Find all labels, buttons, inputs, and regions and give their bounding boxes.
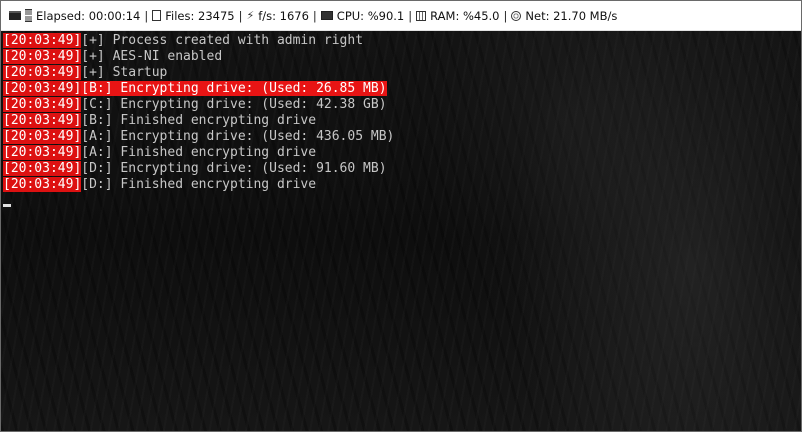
line-message: [A:] Encrypting drive: (Used: 436.05 MB) bbox=[81, 129, 395, 144]
console-line: [20:03:49][D:] Finished encrypting drive bbox=[3, 177, 801, 193]
line-message: [B:] Finished encrypting drive bbox=[81, 113, 317, 128]
line-timestamp: [20:03:49] bbox=[3, 177, 82, 192]
hourglass-icon bbox=[25, 9, 32, 22]
cpu-stat: CPU: %90.1 bbox=[320, 8, 405, 23]
console-line: [20:03:49][+] AES-NI enabled bbox=[3, 49, 801, 65]
line-timestamp: [20:03:49] bbox=[3, 161, 82, 176]
line-message: [+] Startup bbox=[81, 65, 168, 80]
ram-stat: RAM: %45.0 bbox=[416, 8, 500, 23]
separator: | bbox=[144, 8, 149, 23]
memory-icon bbox=[416, 10, 427, 21]
line-message: [D:] Finished encrypting drive bbox=[81, 177, 317, 192]
separator: | bbox=[503, 8, 508, 23]
network-icon bbox=[511, 10, 522, 21]
title-bar[interactable]: Elapsed: 00:00:14 | Files: 23475 | ⚡ f/s… bbox=[1, 1, 801, 31]
line-timestamp: [20:03:49] bbox=[3, 113, 82, 128]
line-message-highlighted: [B:] Encrypting drive: (Used: 26.85 MB) bbox=[81, 81, 387, 96]
separator: | bbox=[312, 8, 317, 23]
separator: | bbox=[238, 8, 243, 23]
line-timestamp: [20:03:49] bbox=[3, 145, 82, 160]
line-timestamp: [20:03:49] bbox=[3, 129, 82, 144]
console-line: [20:03:49][D:] Encrypting drive: (Used: … bbox=[3, 161, 801, 177]
line-timestamp: [20:03:49] bbox=[3, 33, 82, 48]
line-timestamp: [20:03:49] bbox=[3, 81, 82, 96]
ram-value: RAM: %45.0 bbox=[430, 8, 500, 23]
elapsed-stat: Elapsed: 00:00:14 bbox=[25, 9, 140, 23]
elapsed-value: Elapsed: 00:00:14 bbox=[36, 8, 141, 23]
console-window: Elapsed: 00:00:14 | Files: 23475 | ⚡ f/s… bbox=[0, 0, 802, 432]
console-line: [20:03:49][C:] Encrypting drive: (Used: … bbox=[3, 97, 801, 113]
net-stat: Net: 21.70 MB/s bbox=[511, 9, 617, 23]
line-message: [+] AES-NI enabled bbox=[81, 49, 223, 64]
separator: | bbox=[408, 8, 413, 23]
line-message: [D:] Encrypting drive: (Used: 91.60 MB) bbox=[81, 161, 387, 176]
console-line: [20:03:49][A:] Finished encrypting drive bbox=[3, 145, 801, 161]
rate-value: f/s: 1676 bbox=[258, 8, 309, 23]
rate-stat: ⚡ f/s: 1676 bbox=[246, 9, 308, 23]
files-value: Files: 23475 bbox=[165, 8, 235, 23]
text-cursor bbox=[3, 204, 11, 207]
cpu-value: CPU: %90.1 bbox=[336, 8, 405, 23]
net-value: Net: 21.70 MB/s bbox=[525, 8, 618, 23]
file-icon bbox=[152, 10, 162, 21]
line-timestamp: [20:03:49] bbox=[3, 65, 82, 80]
console-line: [20:03:49][B:] Finished encrypting drive bbox=[3, 113, 801, 129]
files-stat: Files: 23475 bbox=[152, 8, 235, 23]
terminal-icon bbox=[9, 11, 21, 20]
console-line: [20:03:49][+] Startup bbox=[3, 65, 801, 81]
console-line: [20:03:49][A:] Encrypting drive: (Used: … bbox=[3, 129, 801, 145]
lightning-icon: ⚡ bbox=[246, 9, 255, 22]
line-timestamp: [20:03:49] bbox=[3, 49, 82, 64]
monitor-icon bbox=[320, 11, 333, 20]
console-line: [20:03:49][B:] Encrypting drive: (Used: … bbox=[3, 81, 801, 97]
line-message: [C:] Encrypting drive: (Used: 42.38 GB) bbox=[81, 97, 387, 112]
console-output[interactable]: [20:03:49][+] Process created with admin… bbox=[3, 33, 801, 193]
line-message: [+] Process created with admin right bbox=[81, 33, 364, 48]
line-timestamp: [20:03:49] bbox=[3, 97, 82, 112]
line-message: [A:] Finished encrypting drive bbox=[81, 145, 317, 160]
console-line: [20:03:49][+] Process created with admin… bbox=[3, 33, 801, 49]
